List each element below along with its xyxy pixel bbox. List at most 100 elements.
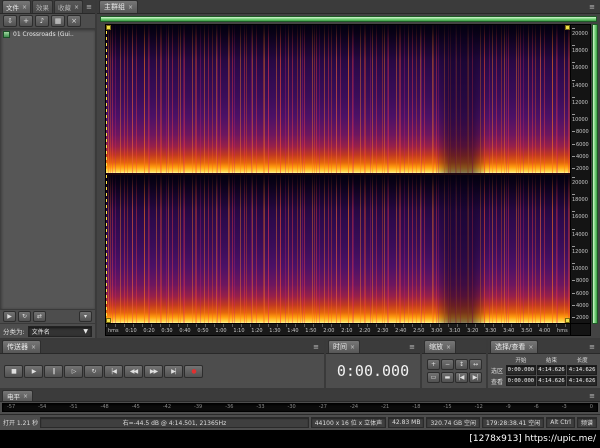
- time-tick: 2:10: [341, 328, 352, 334]
- close-icon[interactable]: ×: [446, 344, 451, 351]
- db-tick: -15: [443, 404, 451, 410]
- tab-effects[interactable]: 效果: [32, 0, 53, 13]
- files-toolbar: ⇩ + ♪ ▦ ×: [0, 14, 95, 29]
- db-tick: -30: [288, 404, 296, 410]
- playhead-cursor[interactable]: [106, 25, 107, 323]
- selection-handle[interactable]: [565, 25, 570, 30]
- tab-level[interactable]: 电平×: [2, 390, 33, 401]
- horizontal-zoom-navigator[interactable]: [100, 16, 597, 22]
- db-tick: -54: [38, 404, 46, 410]
- time-panel: 时间× ≡ 0:00.000: [326, 340, 420, 388]
- zoom-left-edge-button[interactable]: |◀: [455, 372, 468, 383]
- stop-button[interactable]: ■: [4, 365, 23, 378]
- close-icon[interactable]: ×: [74, 4, 79, 11]
- record-button[interactable]: ●: [184, 365, 203, 378]
- frequency-ruler[interactable]: 20000 18000 16000 14000 12000 10000 8000…: [571, 24, 591, 336]
- status-view-mode: 频谱: [577, 417, 597, 428]
- zoom-in-vertical-button[interactable]: ↕: [455, 359, 468, 370]
- play-preview-button[interactable]: ▶: [3, 311, 16, 322]
- time-tick: 2:30: [377, 328, 388, 334]
- freq-tick: 20000: [572, 176, 590, 186]
- selection-handle[interactable]: [565, 318, 570, 323]
- row-label-selection: 选区: [491, 366, 505, 375]
- fast-forward-button[interactable]: ▶▶: [144, 365, 163, 378]
- zoom-to-selection-button[interactable]: ▬: [441, 372, 454, 383]
- zoom-row-2: ▭ ▬ |◀ ▶|: [427, 372, 482, 383]
- zoom-out-vertical-button[interactable]: ↔: [469, 359, 482, 370]
- spectrogram-display[interactable]: [106, 25, 570, 323]
- go-to-start-button[interactable]: |◀: [104, 365, 123, 378]
- view-start-value[interactable]: 0:00.000: [506, 376, 536, 386]
- play-button[interactable]: ▶: [24, 365, 43, 378]
- close-icon[interactable]: ×: [350, 344, 355, 351]
- db-tick: -57: [7, 404, 15, 410]
- status-free-time: 179:28:38.41 空闲: [482, 417, 544, 428]
- db-tick: -27: [319, 404, 327, 410]
- close-icon[interactable]: ×: [128, 4, 133, 11]
- panel-menu-icon[interactable]: ≡: [587, 343, 597, 351]
- selection-handle[interactable]: [106, 25, 111, 30]
- close-icon[interactable]: ×: [23, 393, 28, 400]
- column-header-start: 开始: [506, 356, 536, 364]
- play-spool-button[interactable]: ▷: [64, 365, 83, 378]
- db-tick: 0: [590, 404, 593, 410]
- panel-menu-icon[interactable]: ≡: [587, 392, 597, 400]
- view-length-value[interactable]: 4:14.626: [567, 376, 597, 386]
- close-icon[interactable]: ×: [22, 4, 27, 11]
- freq-tick: 14000: [572, 79, 590, 89]
- panel-menu-icon[interactable]: ≡: [407, 343, 417, 351]
- workspace: 文件× 效果 收藏× ≡ ⇩ + ♪ ▦ × 01 Crossroads (Gu…: [0, 0, 600, 338]
- panel-menu-icon[interactable]: ≡: [84, 3, 94, 11]
- spectrogram-left-channel[interactable]: [106, 25, 570, 173]
- selection-start-value[interactable]: 0:00.000: [506, 365, 536, 375]
- zoom-full-button[interactable]: ▭: [427, 372, 440, 383]
- import-file-button[interactable]: ⇩: [3, 15, 17, 27]
- loop-preview-button[interactable]: ↻: [18, 311, 31, 322]
- rewind-button[interactable]: ◀◀: [124, 365, 143, 378]
- tab-selection-view[interactable]: 选择/查看×: [490, 340, 538, 353]
- selection-end-value[interactable]: 4:14.626: [537, 365, 567, 375]
- file-list[interactable]: 01 Crossroads (Gui..: [0, 29, 95, 309]
- insert-multitrack-button[interactable]: ♪: [35, 15, 49, 27]
- tab-transport-label: 传送器: [7, 342, 28, 352]
- auto-play-button[interactable]: ⇄: [33, 311, 46, 322]
- watermark-text: [1278x913] https://upic.me/: [469, 434, 596, 444]
- panel-menu-icon[interactable]: ≡: [587, 3, 597, 11]
- sort-dropdown[interactable]: 文件名 ▼: [28, 326, 92, 337]
- tab-favorites[interactable]: 收藏×: [54, 0, 83, 13]
- time-tick: 1:40: [287, 328, 298, 334]
- tab-transport[interactable]: 传送器×: [2, 340, 41, 353]
- pause-button[interactable]: ‖: [44, 365, 63, 378]
- panel-menu-icon[interactable]: ≡: [311, 343, 321, 351]
- column-header-end: 结束: [537, 356, 567, 364]
- list-item[interactable]: 01 Crossroads (Gui..: [0, 29, 95, 40]
- spectrogram-right-channel[interactable]: [106, 175, 570, 323]
- time-display[interactable]: 0:00.000: [337, 362, 409, 380]
- view-end-value[interactable]: 4:14.626: [537, 376, 567, 386]
- go-to-end-button[interactable]: ▶|: [164, 365, 183, 378]
- level-meter[interactable]: -57 -54 -51 -48 -45 -42 -39 -36 -33 -30 …: [2, 403, 598, 412]
- tab-time[interactable]: 时间×: [328, 340, 360, 353]
- new-file-button[interactable]: +: [19, 15, 33, 27]
- zoom-out-horizontal-button[interactable]: −: [441, 359, 454, 370]
- tab-zoom[interactable]: 缩放×: [424, 340, 456, 353]
- selection-handle[interactable]: [106, 318, 111, 323]
- tab-zoom-label: 缩放: [429, 342, 443, 352]
- insert-cd-button[interactable]: ▦: [51, 15, 65, 27]
- tab-files[interactable]: 文件×: [2, 0, 31, 13]
- status-file-size: 42.83 MB: [388, 417, 424, 428]
- play-loop-button[interactable]: ↻: [84, 365, 103, 378]
- time-ruler[interactable]: hms 0:10 0:20 0:30 0:40 0:50 1:00 1:10 1…: [106, 323, 570, 335]
- tab-main-group[interactable]: 主群组×: [99, 0, 138, 13]
- zoom-in-horizontal-button[interactable]: +: [427, 359, 440, 370]
- vertical-zoom-navigator[interactable]: [592, 24, 598, 324]
- time-body: 0:00.000: [326, 354, 420, 388]
- selection-length-value[interactable]: 4:14.626: [567, 365, 597, 375]
- panel-options-button[interactable]: ▾: [79, 311, 92, 322]
- tab-main-group-label: 主群组: [104, 2, 125, 12]
- close-file-button[interactable]: ×: [67, 15, 81, 27]
- close-icon[interactable]: ×: [528, 344, 533, 351]
- close-icon[interactable]: ×: [31, 344, 36, 351]
- zoom-right-edge-button[interactable]: ▶|: [469, 372, 482, 383]
- db-tick: -51: [69, 404, 77, 410]
